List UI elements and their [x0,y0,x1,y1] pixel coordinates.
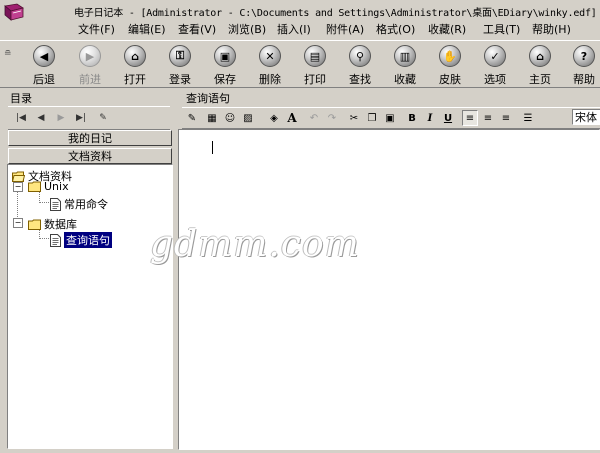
editor-panel: 查询语句 ✎ ▦ ☺ ▨ ◈ A ↶ ↷ ✂ ❐ ▣ B I U ≡ ≡ ≡ ☰… [178,88,600,450]
find-button[interactable]: ⚲ 查找 [338,43,382,86]
back-arrow-icon: ◀ [33,45,55,67]
question-mark-icon: ? [573,45,595,67]
main-toolbar: ≘ ◀ 后退 ▶ 前进 ⌂ 打开 ⚿ 登录 ▣ 保存 ✕ 删除 ▤ 打印 ⚲ 查… [0,40,600,88]
menu-file[interactable]: 文件(F) [78,21,115,37]
menu-bar: 文件(F) 编辑(E) 查看(V) 浏览(B) 插入(I) 附件(A) 格式(O… [0,20,600,38]
bullet-list-icon[interactable]: ☰ [520,110,536,126]
key-icon: ⚿ [169,45,191,67]
save-button[interactable]: ▣ 保存 [203,43,247,86]
align-left-icon[interactable]: ≡ [462,110,478,126]
paste-icon[interactable]: ▣ [382,110,398,126]
menu-view[interactable]: 查看(V) [178,21,216,37]
my-diary-button[interactable]: 我的日记 [8,130,172,146]
font-color-icon[interactable]: A [284,110,300,126]
window-title: 电子日记本 - [Administrator - C:\Documents an… [74,8,597,19]
copy-icon[interactable]: ❐ [364,110,380,126]
bold-icon[interactable]: B [404,110,420,126]
help-button[interactable]: ? 帮助 [562,43,600,86]
menu-tools[interactable]: 工具(T) [483,21,520,37]
align-center-icon[interactable]: ≡ [480,110,496,126]
directory-nav-strip: |◀ ◀ ▶ ▶| ✎ [8,106,170,130]
tree-doc-common-commands[interactable]: 常用命令 [50,196,108,212]
toolbar-grip-icon[interactable]: ≘ [4,49,20,69]
login-button[interactable]: ⚿ 登录 [158,43,202,86]
insert-image-icon[interactable]: ▨ [240,110,256,126]
italic-icon[interactable]: I [422,110,438,126]
open-button[interactable]: ⌂ 打开 [113,43,157,86]
tree-folder-database[interactable]: 数据库 [28,216,77,232]
first-entry-icon[interactable]: |◀ [12,110,30,126]
hand-icon: ✋ [439,45,461,67]
undo-icon[interactable]: ↶ [306,110,322,126]
title-bar: 电子日记本 - [Administrator - C:\Documents an… [0,0,600,22]
tree-doc-query[interactable]: 查询语句 [50,232,112,248]
home-icon: ⌂ [529,45,551,67]
checkmark-icon: ✓ [484,45,506,67]
document-icon [50,197,61,211]
menu-favorites[interactable]: 收藏(R) [428,21,466,37]
tree-folder-unix[interactable]: Unix [28,180,69,193]
document-icon [50,233,61,247]
search-icon: ⚲ [349,45,371,67]
prev-entry-icon[interactable]: ◀ [32,110,50,126]
last-entry-icon[interactable]: ▶| [72,110,90,126]
save-disk-icon: ▣ [214,45,236,67]
document-title: 查询语句 [186,92,230,105]
menu-edit[interactable]: 编辑(E) [128,21,166,37]
text-caret [212,141,213,154]
options-button[interactable]: ✓ 选项 [473,43,517,86]
delete-x-icon: ✕ [259,45,281,67]
forward-arrow-icon: ▶ [79,45,101,67]
directory-title: 目录 [10,92,32,105]
redo-icon[interactable]: ↷ [324,110,340,126]
watermark: gdmm.com [150,224,360,265]
app-logo-icon [3,2,25,22]
forward-button[interactable]: ▶ 前进 [68,43,112,86]
directory-panel: 目录 |◀ ◀ ▶ ▶| ✎ 我的日记 文档资料 文档资料 − Unix 常用命… [4,88,174,450]
cut-icon[interactable]: ✂ [346,110,362,126]
folder-icon [28,181,41,192]
delete-button[interactable]: ✕ 删除 [248,43,292,86]
print-button[interactable]: ▤ 打印 [293,43,337,86]
open-folder-icon [12,171,25,182]
collapse-database-icon[interactable]: − [13,218,23,228]
folder-icon [28,219,41,230]
editor-area[interactable] [178,129,600,450]
edit-note-icon[interactable]: ✎ [94,110,112,126]
emoticon-icon[interactable]: ☺ [222,110,238,126]
underline-icon[interactable]: U [440,110,456,126]
skin-button[interactable]: ✋ 皮肤 [428,43,472,86]
format-toolbar: ✎ ▦ ☺ ▨ ◈ A ↶ ↷ ✂ ❐ ▣ B I U ≡ ≡ ≡ ☰ 宋体 [182,107,600,129]
fill-color-icon[interactable]: ◈ [266,110,282,126]
open-folder-icon: ⌂ [124,45,146,67]
menu-insert[interactable]: 插入(I) [277,21,311,37]
home-button[interactable]: ⌂ 主页 [518,43,562,86]
menu-format[interactable]: 格式(O) [376,21,415,37]
collapse-unix-icon[interactable]: − [13,182,23,192]
menu-help[interactable]: 帮助(H) [532,21,571,37]
menu-browse[interactable]: 浏览(B) [228,21,266,37]
next-entry-icon[interactable]: ▶ [52,110,70,126]
back-button[interactable]: ◀ 后退 [22,43,66,86]
favorite-button[interactable]: ▥ 收藏 [383,43,427,86]
pen-icon[interactable]: ✎ [184,110,200,126]
favorite-box-icon: ▥ [394,45,416,67]
documents-button[interactable]: 文档资料 [8,148,172,164]
printer-icon: ▤ [304,45,326,67]
menu-attach[interactable]: 附件(A) [326,21,364,37]
document-tree: 文档资料 − Unix 常用命令 − 数据库 查询语句 [7,164,173,449]
align-right-icon[interactable]: ≡ [498,110,514,126]
font-family-select[interactable]: 宋体 [572,109,600,125]
insert-date-icon[interactable]: ▦ [204,110,220,126]
